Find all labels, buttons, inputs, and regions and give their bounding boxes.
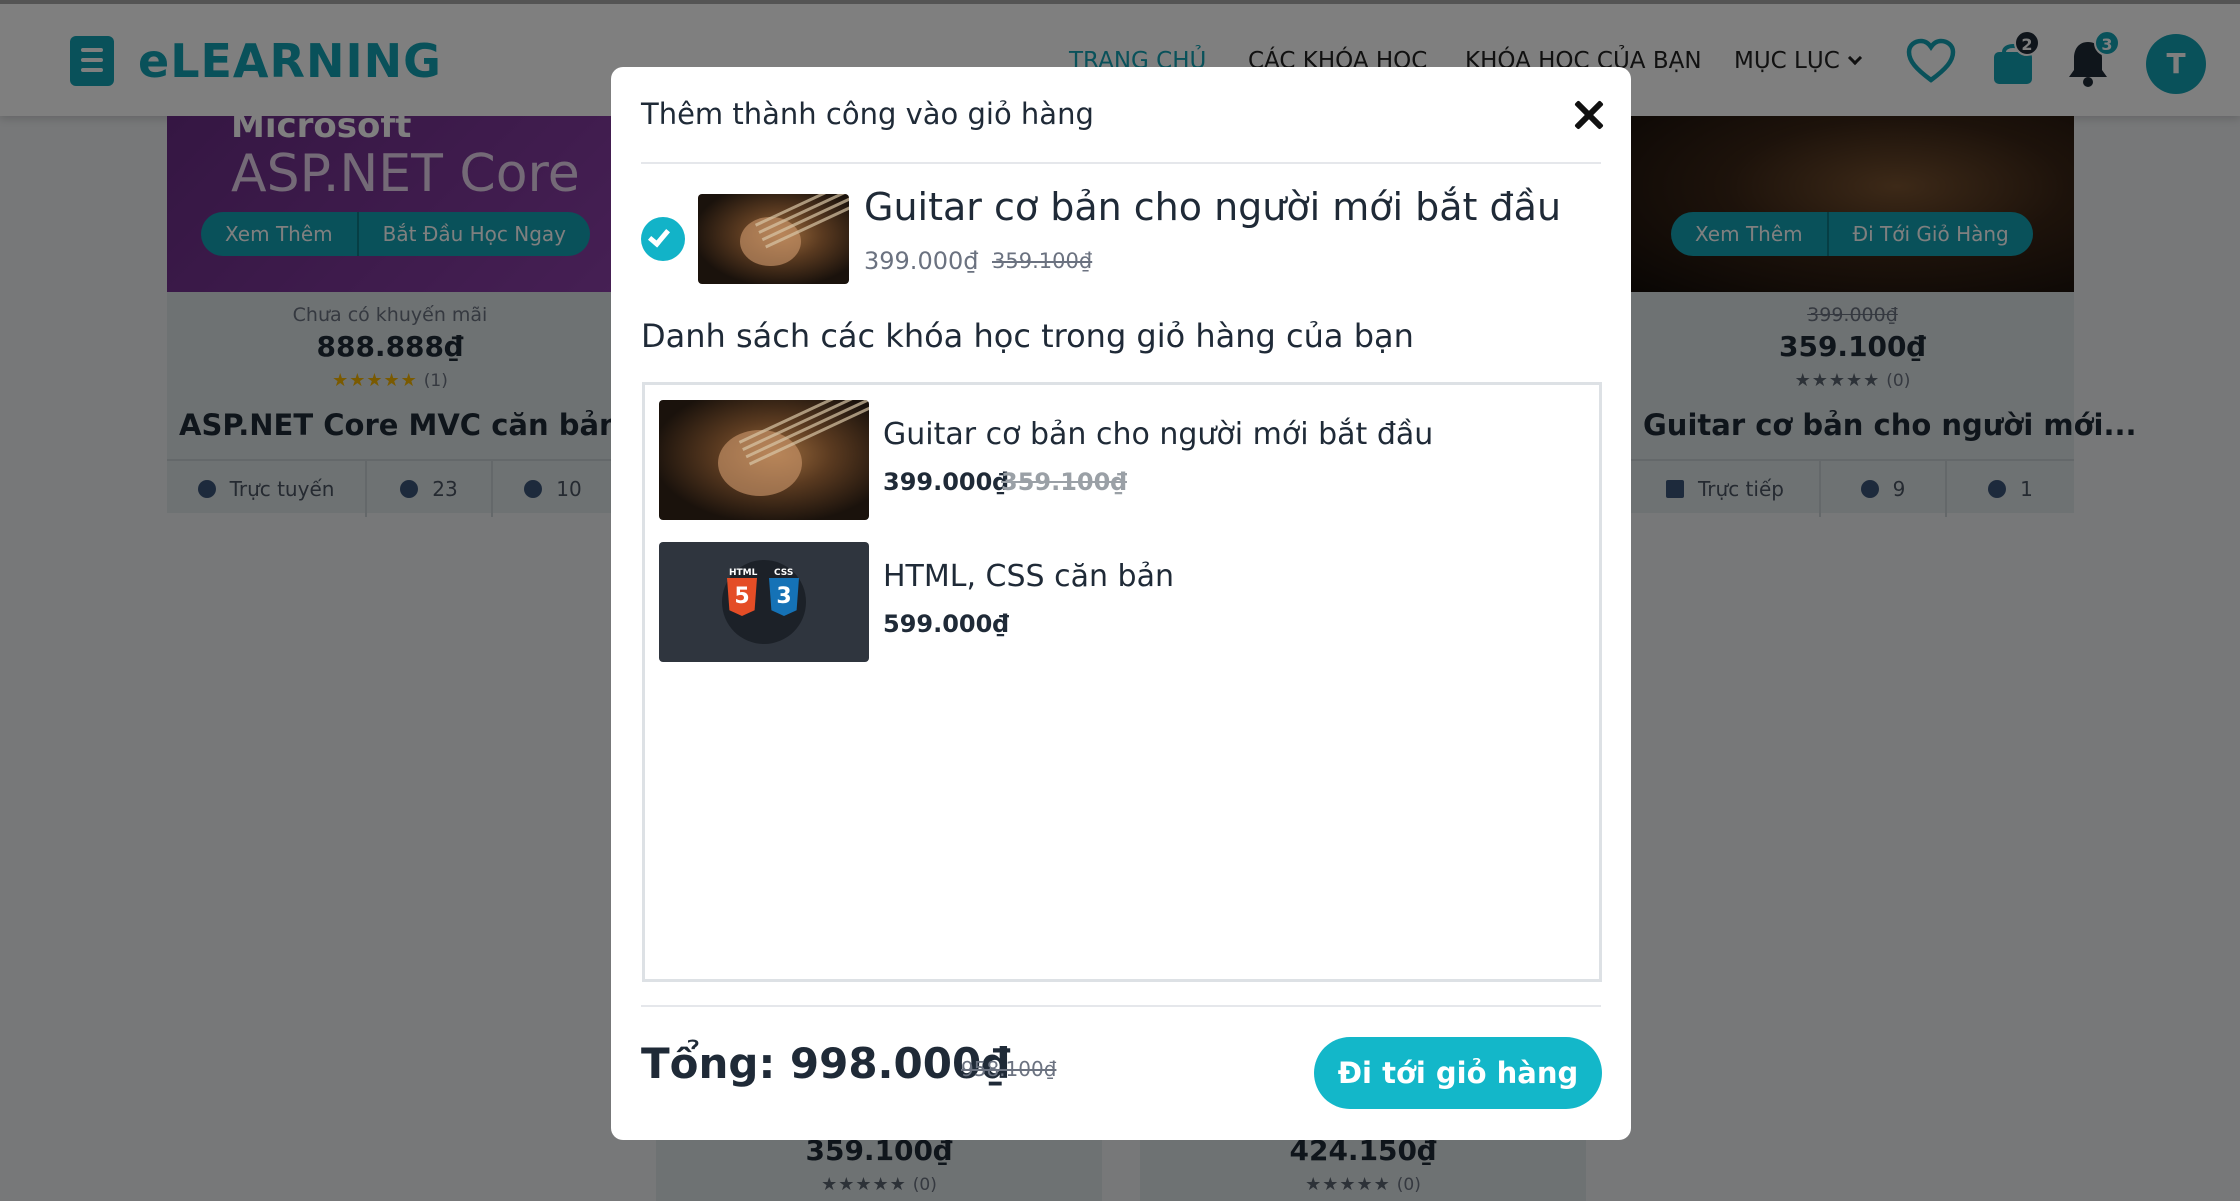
cart-list-heading: Danh sách các khóa học trong giỏ hàng củ… bbox=[641, 317, 1414, 355]
guitar-thumbnail bbox=[659, 400, 869, 520]
html5-icon: 5 bbox=[727, 578, 757, 616]
html-label: HTML bbox=[729, 568, 758, 578]
divider bbox=[641, 162, 1601, 164]
guitar-thumbnail bbox=[698, 194, 849, 284]
checkmark-icon bbox=[641, 217, 685, 261]
close-icon[interactable] bbox=[1569, 95, 1609, 135]
added-course-name: Guitar cơ bản cho người mới bắt đầu bbox=[864, 185, 1562, 229]
divider bbox=[641, 1005, 1601, 1007]
cart-list: Guitar cơ bản cho người mới bắt đầu 399.… bbox=[642, 382, 1602, 982]
css-label: CSS bbox=[774, 568, 794, 578]
cart-item-name: Guitar cơ bản cho người mới bắt đầu bbox=[883, 417, 1434, 452]
cart-item-price: 599.000₫ bbox=[883, 610, 1010, 638]
cart-item-price: 399.000₫ bbox=[883, 468, 1010, 496]
cart-item-name: HTML, CSS căn bản bbox=[883, 559, 1174, 594]
add-to-cart-modal: Thêm thành công vào giỏ hàng Guitar cơ b… bbox=[611, 67, 1631, 1140]
cart-total: Tổng: 998.000₫ bbox=[641, 1039, 1011, 1088]
css3-icon: 3 bbox=[769, 578, 799, 616]
modal-title: Thêm thành công vào giỏ hàng bbox=[641, 97, 1094, 131]
cart-item-old-price: 359.100₫ bbox=[1001, 468, 1128, 496]
added-course-old-price: 359.100₫ bbox=[992, 249, 1093, 273]
cart-total-old: 958.100₫ bbox=[961, 1057, 1057, 1081]
added-course-price: 399.000₫ bbox=[864, 247, 979, 275]
html-css-thumbnail: HTML CSS 5 3 bbox=[659, 542, 869, 662]
go-to-cart-button[interactable]: Đi tới giỏ hàng bbox=[1314, 1037, 1602, 1109]
